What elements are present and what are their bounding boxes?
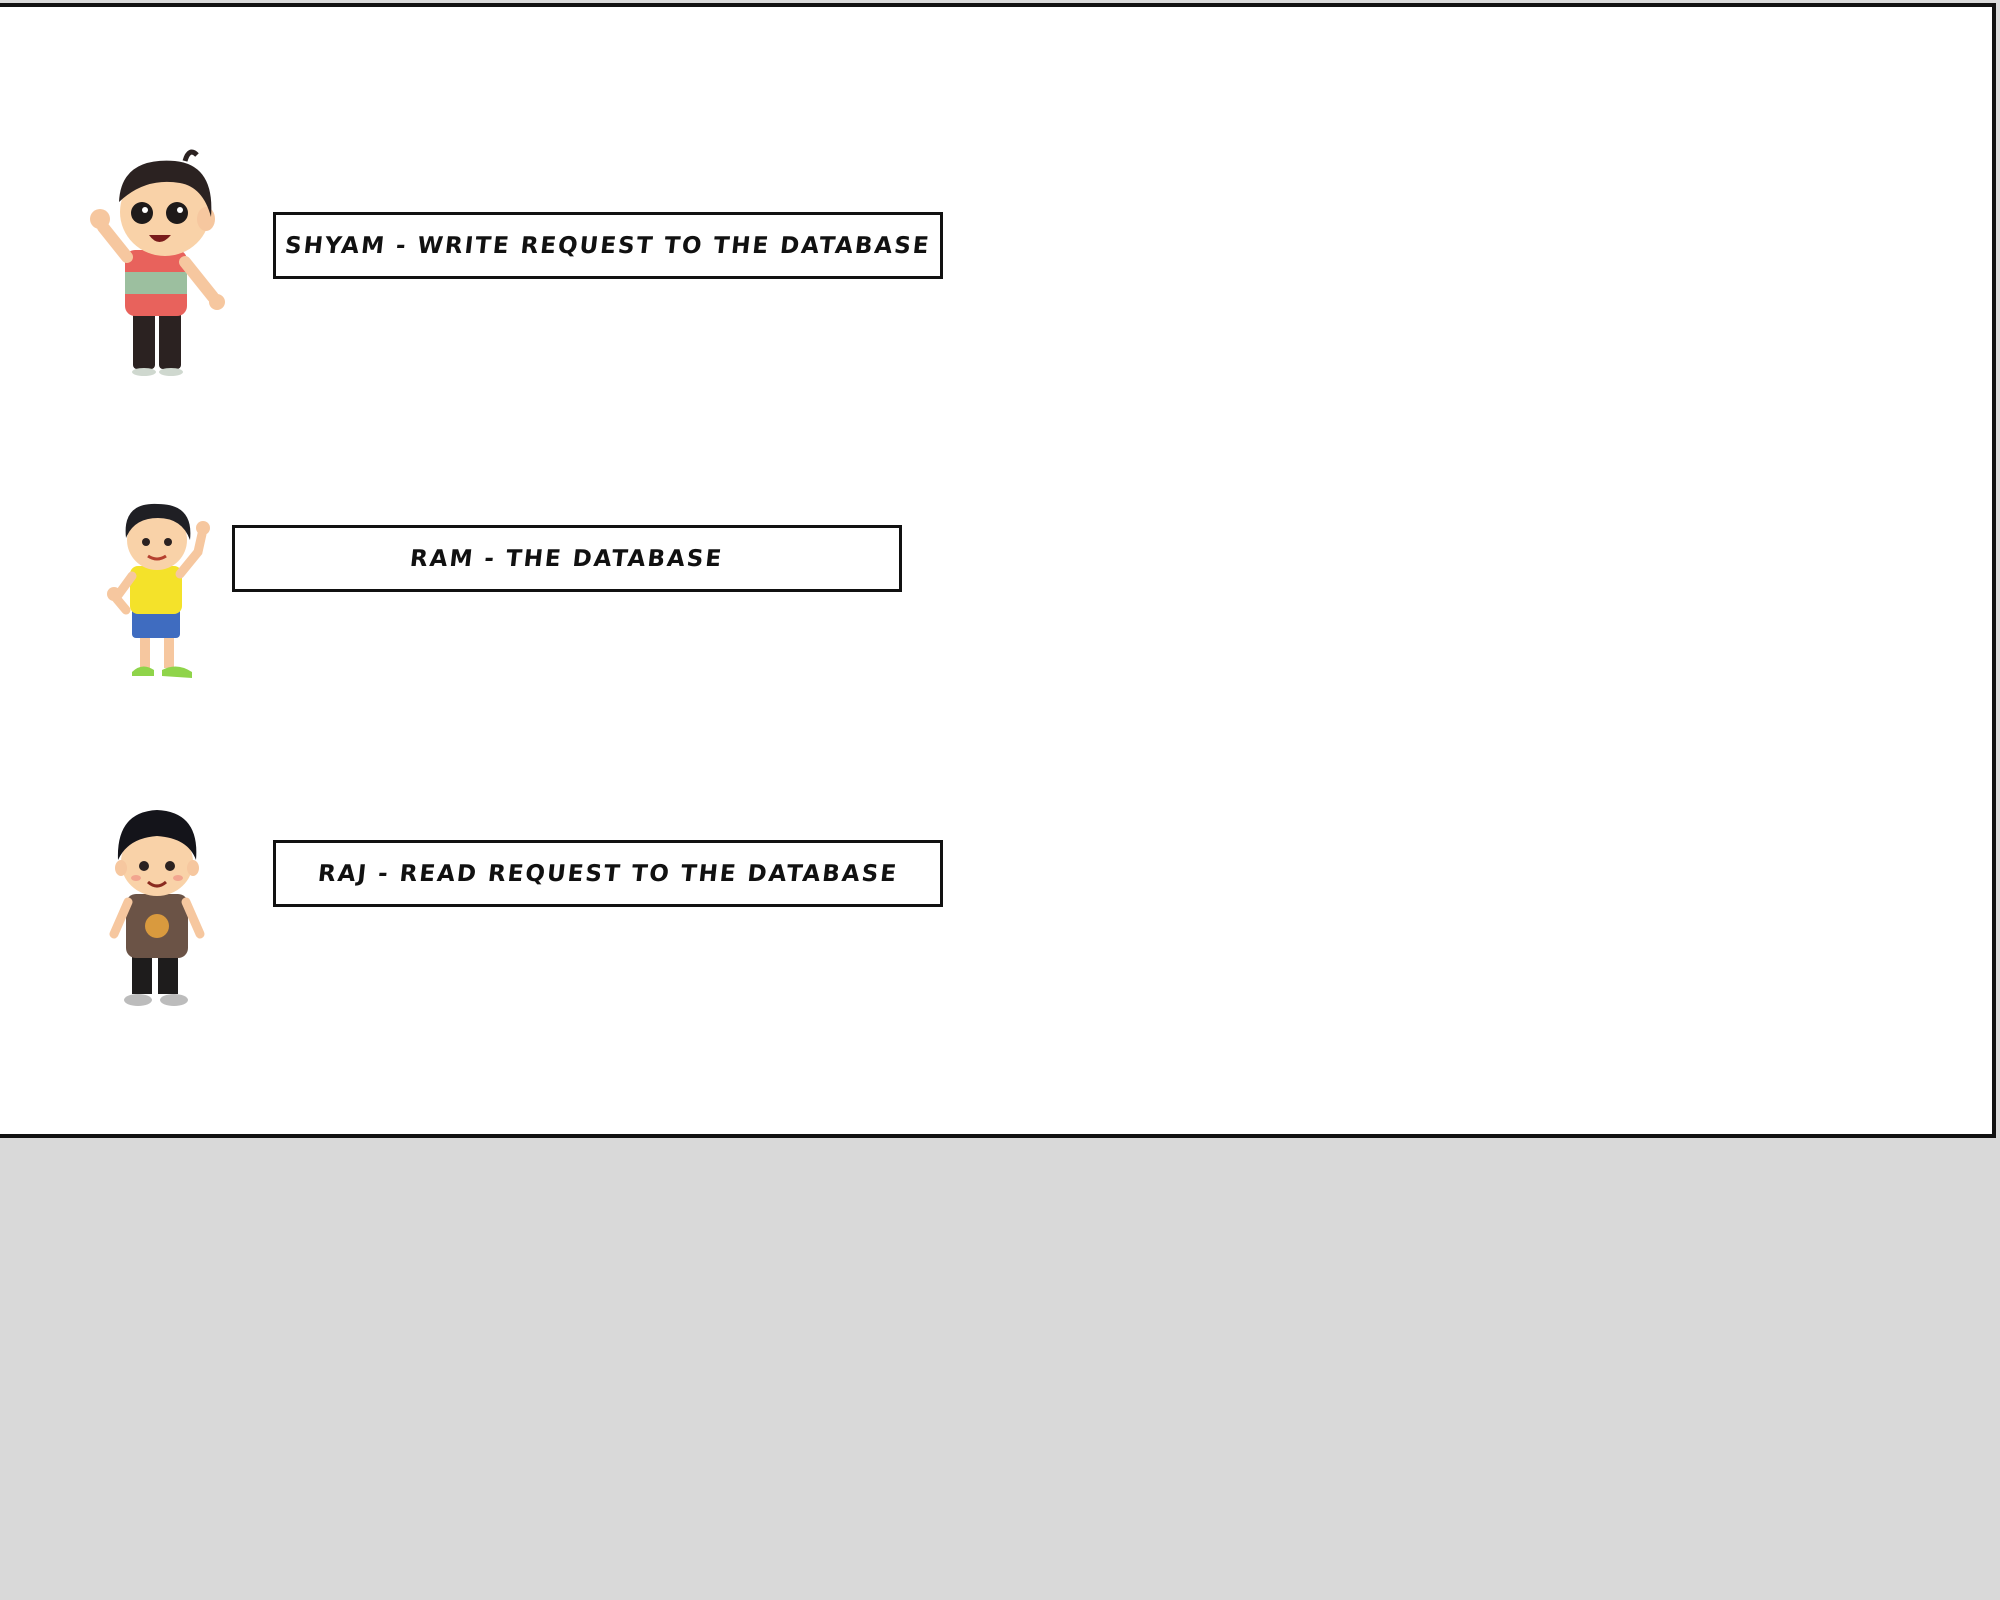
boy-brown-shirt-icon (109, 810, 205, 1006)
label-raj: RAJ - READ REQUEST TO THE DATABASE (316, 860, 900, 887)
boy-waving-icon (90, 149, 225, 376)
label-box-ram: RAM - THE DATABASE (232, 525, 902, 592)
label-ram: RAM - THE DATABASE (409, 545, 725, 572)
boy-yellow-shirt-icon (107, 503, 210, 678)
label-box-raj: RAJ - READ REQUEST TO THE DATABASE (273, 840, 943, 907)
label-shyam: SHYAM - WRITE REQUEST TO THE DATABASE (283, 232, 933, 259)
diagram-canvas: SHYAM - WRITE REQUEST TO THE DATABASE RA… (0, 3, 1996, 1138)
label-box-shyam: SHYAM - WRITE REQUEST TO THE DATABASE (273, 212, 943, 279)
